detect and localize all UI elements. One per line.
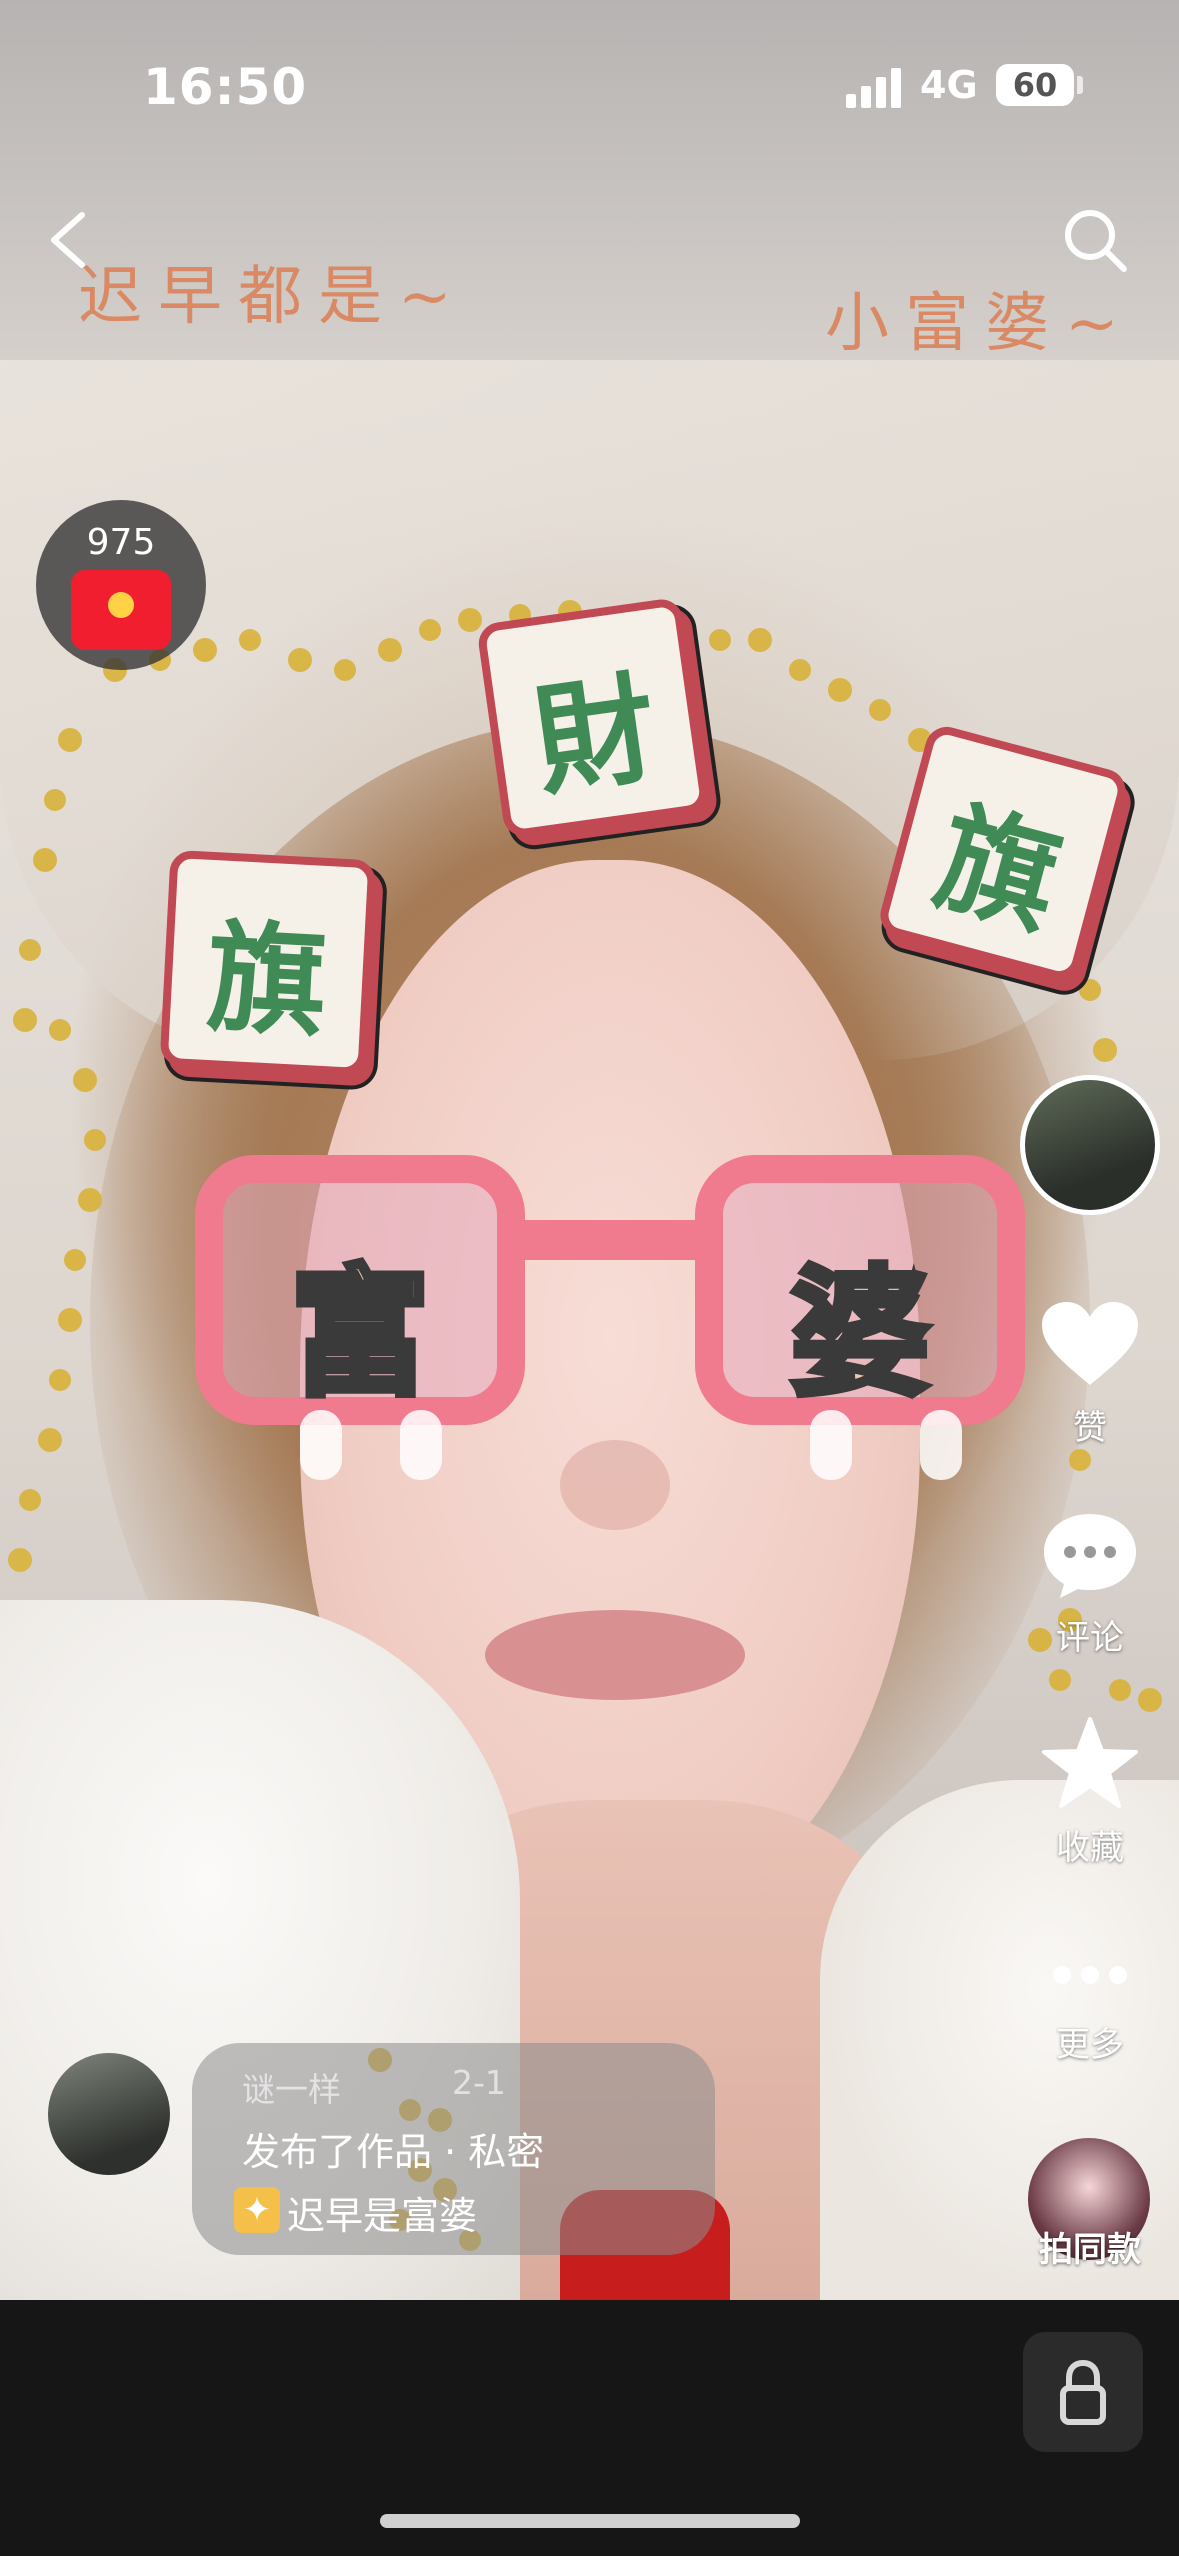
red-envelope-icon (71, 570, 171, 650)
signal-icon (846, 66, 904, 108)
overlay-text-right: 小富婆~ (825, 287, 1135, 361)
tear-drop (400, 1410, 442, 1480)
more-label: 更多 (1056, 2025, 1124, 2065)
battery-level: 60 (1012, 66, 1058, 104)
status-time: 16:50 (143, 58, 308, 116)
glasses-char-right: 婆 (787, 1250, 933, 1419)
author-avatar[interactable] (1020, 1075, 1160, 1215)
tear-drop (810, 1410, 852, 1480)
post-author-avatar[interactable] (48, 2053, 170, 2175)
tile-char-right: 旗 (922, 788, 1075, 954)
post-info-card[interactable]: 谜一样 2-1 发布了作品 · 私密 ✦ 迟早是富婆 (192, 2043, 715, 2255)
lock-icon (1060, 2359, 1106, 2425)
glasses-lens-left: 富 (195, 1155, 525, 1425)
favorite-label: 收藏 (1056, 1828, 1124, 1868)
comment-button[interactable]: 评论 (1020, 1510, 1160, 1659)
more-button[interactable]: 更多 (1020, 1955, 1160, 2066)
post-username: 谜一样 (242, 2070, 341, 2109)
mahjong-tile-left: 旗 (159, 849, 377, 1077)
red-packet-count: 975 (86, 522, 156, 563)
tile-char-center: 財 (526, 659, 665, 814)
tear-drop (920, 1410, 962, 1480)
like-label: 赞 (1073, 1408, 1107, 1448)
coin-icon (108, 592, 134, 618)
comment-icon (1044, 1514, 1136, 1598)
glasses-lens-right: 婆 (695, 1155, 1025, 1425)
favorite-button[interactable]: 收藏 (1020, 1715, 1160, 1869)
search-button[interactable] (1060, 205, 1130, 275)
sparkles-icon: ✦ (234, 2187, 280, 2233)
more-dots-icon (1053, 1966, 1127, 1984)
like-button[interactable]: 赞 (1020, 1300, 1160, 1449)
search-icon (1065, 210, 1127, 272)
post-status: 发布了作品 · 私密 (242, 2130, 545, 2174)
home-indicator[interactable] (380, 2514, 800, 2528)
status-bar: 16:50 4G 60 (0, 0, 1179, 175)
battery-icon: 60 (996, 64, 1074, 106)
post-title: 迟早是富婆 (287, 2194, 478, 2238)
network-type: 4G (920, 63, 978, 107)
heart-icon (1042, 1302, 1138, 1385)
red-packet-widget[interactable]: 975 (36, 500, 206, 670)
glasses-bridge (525, 1220, 695, 1260)
tile-char-left: 旗 (203, 908, 331, 1055)
post-date: 2-1 (452, 2063, 506, 2102)
filter-glasses: 富 婆 (195, 1140, 1025, 1440)
battery-tip (1077, 76, 1083, 94)
mahjong-tile-center: 財 (475, 596, 711, 840)
lock-button[interactable] (1023, 2332, 1143, 2452)
comment-label: 评论 (1056, 1618, 1124, 1658)
overlay-text-left: 迟早都是~ (78, 260, 468, 334)
tear-drop (300, 1410, 342, 1480)
glasses-char-left: 富 (287, 1250, 433, 1419)
star-icon (1042, 1717, 1138, 1808)
same-style-button[interactable]: 拍同款 (1020, 2222, 1160, 2271)
